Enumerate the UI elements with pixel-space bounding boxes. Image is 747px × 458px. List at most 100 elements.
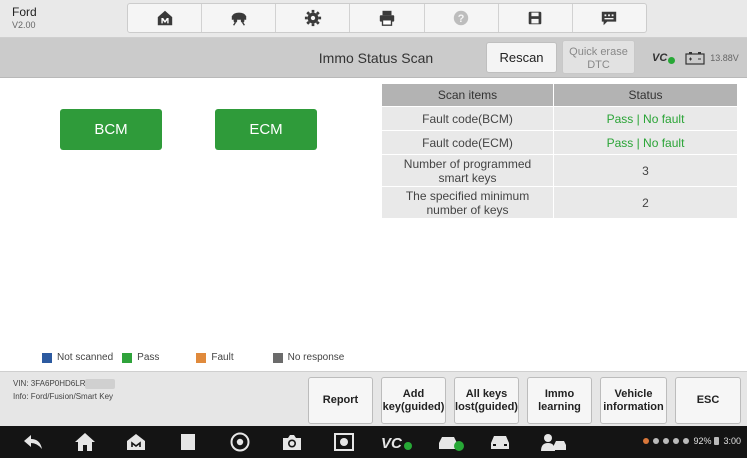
recent-apps-button[interactable] bbox=[177, 432, 199, 452]
vehicle-diagnostics-button[interactable] bbox=[437, 432, 465, 452]
vehicle-info-text: Info: Ford/Fusion/Smart Key bbox=[13, 392, 114, 401]
immo-learning-label-line1: Immo bbox=[544, 387, 575, 400]
brand-block: Ford V2.00 bbox=[12, 5, 37, 30]
scan-results-table: Scan items Status Fault code(BCM) Pass |… bbox=[381, 83, 738, 219]
all-keys-lost-label-line1: All keys bbox=[465, 387, 508, 400]
table-row: Fault code(ECM) Pass | No fault bbox=[381, 130, 738, 155]
legend-fault: Fault bbox=[196, 352, 234, 363]
home-button[interactable] bbox=[128, 4, 203, 32]
vci-status: VC 13.88V bbox=[652, 51, 739, 65]
settings-icon bbox=[304, 9, 321, 27]
settings-button[interactable] bbox=[276, 4, 351, 32]
table-row: Fault code(BCM) Pass | No fault bbox=[381, 106, 738, 131]
save-button[interactable] bbox=[499, 4, 573, 32]
vin-text: VIN: 3FA6P0HD6LR bbox=[13, 377, 116, 390]
status-cell: 3 bbox=[553, 154, 738, 187]
legend-swatch-not-scanned bbox=[42, 352, 52, 363]
user-car-icon bbox=[541, 434, 566, 451]
status-legend: Not scanned Pass Fault No response bbox=[42, 352, 353, 363]
vci-manager-button[interactable]: VC bbox=[380, 432, 414, 452]
report-button-label: Report bbox=[322, 394, 359, 406]
user-shop-button[interactable] bbox=[540, 432, 568, 452]
legend-swatch-fault bbox=[196, 352, 207, 363]
rescan-button[interactable]: Rescan bbox=[486, 42, 557, 73]
back-arrow-icon bbox=[24, 435, 42, 449]
all-keys-lost-guided-button[interactable]: All keys lost(guided) bbox=[454, 377, 519, 424]
print-button[interactable] bbox=[350, 4, 425, 32]
report-button[interactable]: Report bbox=[308, 377, 373, 424]
immo-learning-button[interactable]: Immo learning bbox=[527, 377, 592, 424]
quick-erase-label-line1: Quick erase bbox=[569, 45, 628, 58]
browser-button[interactable] bbox=[229, 432, 251, 452]
bcm-module-button[interactable]: BCM bbox=[60, 109, 162, 150]
immo-learning-label-line2: learning bbox=[538, 400, 581, 413]
car-icon bbox=[491, 436, 509, 449]
message-button[interactable] bbox=[573, 4, 646, 32]
vehicle-info-label-line2: information bbox=[603, 400, 664, 413]
column-header-status: Status bbox=[553, 83, 738, 107]
scan-item-cell: Fault code(ECM) bbox=[381, 130, 554, 155]
system-nav-bar: VC 92% 3:00 bbox=[0, 426, 747, 458]
status-cell: 2 bbox=[553, 186, 738, 219]
function-bar: VIN: 3FA6P0HD6LR Info: Ford/Fusion/Smart… bbox=[0, 371, 747, 426]
legend-label: Pass bbox=[137, 352, 160, 363]
vin-label: VIN: 3FA6P0HD6LR bbox=[13, 379, 86, 388]
main-content: BCM ECM Scan items Status Fault code(BCM… bbox=[0, 79, 747, 371]
car-battery-icon bbox=[685, 52, 705, 65]
vehicle-button[interactable] bbox=[489, 432, 511, 452]
save-icon bbox=[528, 11, 542, 25]
add-key-label-line2: key(guided) bbox=[382, 400, 445, 413]
ecm-module-button[interactable]: ECM bbox=[215, 109, 317, 150]
data-saver-icon bbox=[663, 438, 670, 444]
quick-erase-label-line2: DTC bbox=[587, 58, 610, 71]
scan-item-line1: Number of programmed bbox=[403, 156, 532, 171]
car-check-icon bbox=[439, 437, 464, 451]
back-button[interactable] bbox=[22, 432, 44, 452]
all-keys-lost-label-line2: lost(guided) bbox=[455, 400, 518, 413]
vehicle-information-button[interactable]: Vehicle information bbox=[600, 377, 667, 424]
legend-label: Fault bbox=[211, 352, 234, 363]
scan-item-cell: Number of programmed smart keys bbox=[381, 154, 554, 187]
legend-swatch-no-response bbox=[272, 352, 283, 363]
help-button[interactable]: ? bbox=[425, 4, 499, 32]
add-key-label-line1: Add bbox=[402, 387, 425, 400]
screenshot-button[interactable] bbox=[333, 432, 355, 452]
maxisys-home-button[interactable] bbox=[125, 432, 147, 452]
add-key-guided-button[interactable]: Add key(guided) bbox=[381, 377, 446, 424]
legend-swatch-pass bbox=[122, 352, 133, 363]
scan-item-cell: Fault code(BCM) bbox=[381, 106, 554, 131]
status-cell: Pass | No fault bbox=[553, 130, 738, 155]
quick-erase-dtc-button[interactable]: Quick erase DTC bbox=[562, 40, 635, 74]
tool-group: ? bbox=[127, 3, 647, 33]
scan-item-line2: number of keys bbox=[426, 202, 509, 217]
android-home-button[interactable] bbox=[74, 432, 96, 452]
battery-voltage: 13.88V bbox=[710, 53, 739, 63]
bluetooth-icon bbox=[673, 438, 680, 444]
vci-connected-nav-icon: VC bbox=[381, 435, 412, 452]
battery-percent: 92% bbox=[693, 436, 712, 446]
home-icon bbox=[157, 10, 172, 26]
notification-icon bbox=[643, 438, 650, 444]
house-icon bbox=[75, 433, 95, 451]
camera-button[interactable] bbox=[281, 432, 303, 452]
camera-icon bbox=[283, 435, 301, 450]
help-icon: ? bbox=[453, 10, 469, 26]
system-status-area: 92% 3:00 bbox=[643, 436, 741, 446]
clock: 3:00 bbox=[723, 436, 741, 446]
table-header-row: Scan items Status bbox=[381, 83, 738, 107]
vci-connected-icon bbox=[668, 56, 676, 64]
top-toolbar: Ford V2.00 ? bbox=[0, 0, 747, 38]
location-icon bbox=[653, 438, 660, 444]
svg-text:VC: VC bbox=[381, 435, 403, 452]
scan-item-line1: The specified minimum bbox=[405, 188, 530, 203]
chrome-icon bbox=[230, 432, 250, 452]
esc-button[interactable]: ESC bbox=[675, 377, 741, 424]
column-header-scan-items: Scan items bbox=[381, 83, 554, 107]
screen-capture-icon bbox=[334, 433, 354, 451]
legend-pass: Pass bbox=[122, 352, 159, 363]
recent-apps-icon bbox=[181, 434, 195, 450]
vehicle-swap-button[interactable] bbox=[202, 4, 277, 32]
legend-label: No response bbox=[287, 352, 345, 363]
table-row: The specified minimum number of keys 2 bbox=[381, 186, 738, 219]
autel-home-icon bbox=[127, 434, 145, 450]
